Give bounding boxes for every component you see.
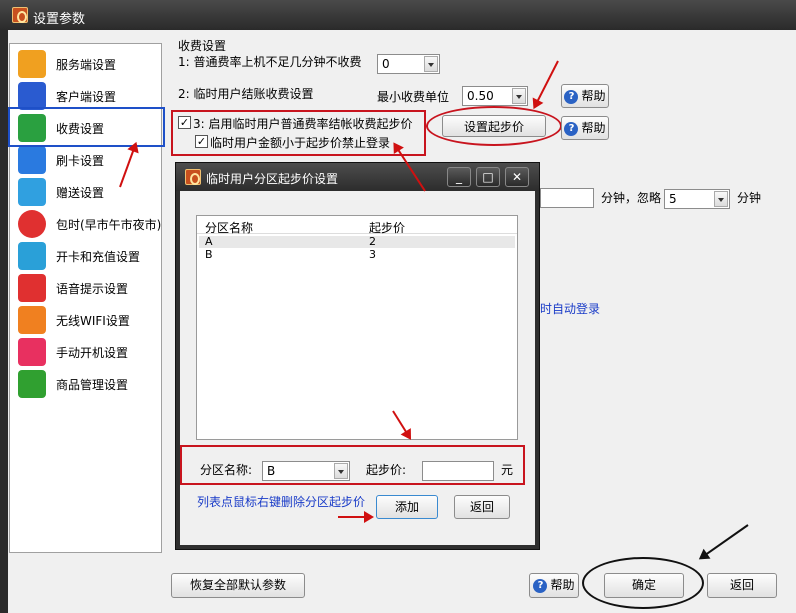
ignore-label: 分钟，忽略 — [601, 191, 662, 205]
start-price-dialog: 临时用户分区起步价设置 _ □ ✕ 分区名称 起步价 A 2 B 3 分区名称:… — [175, 162, 540, 550]
minimize-icon[interactable]: _ — [447, 167, 471, 187]
sidebar-item-wifi[interactable]: 无线WIFI设置 — [10, 304, 163, 336]
rule2-label: 2: 临时用户结账收费设置 — [178, 87, 314, 101]
footer-help-button[interactable]: ? 帮助 — [529, 573, 579, 598]
ignore-value: 5 — [669, 192, 677, 206]
delete-hint: 列表点鼠标右键删除分区起步价 — [197, 495, 366, 509]
row-price: 2 — [369, 235, 376, 248]
annotation-box-rule3 — [171, 110, 426, 156]
sidebar-item-label: 无线WIFI设置 — [56, 314, 130, 328]
app-logo-icon — [12, 7, 28, 23]
dialog-back-button[interactable]: 返回 — [454, 495, 510, 519]
chevron-down-icon — [512, 88, 526, 104]
app-logo-icon — [185, 169, 201, 185]
hand-pointer-icon — [18, 338, 46, 366]
sidebar-item-manual-boot[interactable]: 手动开机设置 — [10, 336, 163, 368]
rule1-value: 0 — [382, 57, 390, 71]
sidebar-item-goods[interactable]: 商品管理设置 — [10, 368, 163, 400]
annotation-box-zone-inputs — [180, 445, 525, 485]
restore-defaults-button[interactable]: 恢复全部默认参数 — [171, 573, 305, 598]
footer-back-button[interactable]: 返回 — [707, 573, 777, 598]
add-button[interactable]: 添加 — [376, 495, 438, 519]
help-icon: ? — [564, 89, 579, 104]
help-button-1[interactable]: ? 帮助 — [561, 84, 609, 108]
row-zone: A — [205, 235, 213, 248]
column-header-zone[interactable]: 分区名称 — [205, 219, 253, 236]
sidebar-item-label: 赠送设置 — [56, 186, 105, 200]
min-unit-combo[interactable]: 0.50 — [462, 86, 528, 106]
sidebar-item-label: 客户端设置 — [56, 90, 117, 104]
section-title: 收费设置 — [178, 39, 227, 53]
sidebar-item-label: 开卡和充值设置 — [56, 250, 141, 264]
annotation-arrow-add — [338, 511, 374, 523]
sidebar-item-voice[interactable]: 语音提示设置 — [10, 272, 163, 304]
sidebar-item-label: 刷卡设置 — [56, 154, 105, 168]
help-icon: ? — [533, 578, 548, 593]
sidebar-item-open-card[interactable]: 开卡和充值设置 — [10, 240, 163, 272]
back-label: 返回 — [469, 500, 494, 514]
close-icon[interactable]: ✕ — [505, 167, 529, 187]
list-header: 分区名称 起步价 — [197, 216, 517, 236]
id-card-icon — [18, 242, 46, 270]
help-icon: ? — [564, 121, 579, 136]
sidebar-item-label: 语音提示设置 — [56, 282, 129, 296]
back-label: 返回 — [729, 578, 754, 592]
rule1-minutes-combo[interactable]: 0 — [377, 54, 440, 74]
window-title: 设置参数 — [33, 12, 86, 27]
sidebar-item-label: 包时(早市午市夜市) — [56, 218, 162, 232]
table-row[interactable]: A 2 — [199, 235, 515, 248]
card-icon — [18, 146, 46, 174]
help-button-2[interactable]: ? 帮助 — [561, 116, 609, 140]
dialog-title-bar: 临时用户分区起步价设置 _ □ ✕ — [176, 163, 539, 191]
cart-icon — [18, 370, 46, 398]
microphone-icon — [18, 274, 46, 302]
sidebar-item-label: 手动开机设置 — [56, 346, 129, 360]
help-label: 帮助 — [581, 89, 606, 103]
help-label: 帮助 — [581, 121, 606, 135]
dialog-title: 临时用户分区起步价设置 — [206, 172, 339, 186]
title-bar: 设置参数 — [0, 0, 796, 30]
sidebar-item-server[interactable]: 服务端设置 — [10, 48, 163, 80]
column-header-price[interactable]: 起步价 — [369, 219, 405, 236]
timer-icon — [18, 210, 46, 238]
auto-login-link-fragment[interactable]: 时自动登录 — [540, 300, 600, 317]
rule1-label: 1: 普通费率上机不足几分钟不收费 — [178, 55, 362, 69]
sidebar-item-label: 商品管理设置 — [56, 378, 129, 392]
ignore-minutes-combo[interactable]: 5 — [664, 189, 730, 209]
server-icon — [18, 50, 46, 78]
sidebar-selection-highlight — [8, 107, 165, 147]
zone-price-list[interactable]: 分区名称 起步价 A 2 B 3 — [196, 215, 518, 440]
gift-icon — [18, 178, 46, 206]
minute-label: 分钟 — [737, 191, 762, 205]
min-unit-value: 0.50 — [467, 89, 494, 103]
row-zone: B — [205, 248, 213, 261]
monitor-icon — [18, 82, 46, 110]
dialog-client: 分区名称 起步价 A 2 B 3 分区名称: B 起步价: 元 列表点鼠标右键删… — [180, 191, 535, 545]
hidden-minutes-field[interactable] — [540, 188, 594, 208]
table-row[interactable]: B 3 — [199, 248, 515, 261]
sidebar-item-gift[interactable]: 赠送设置 — [10, 176, 163, 208]
sidebar-item-label: 服务端设置 — [56, 58, 117, 72]
sidebar-item-time-package[interactable]: 包时(早市午市夜市) — [10, 208, 163, 240]
maximize-icon[interactable]: □ — [476, 167, 500, 187]
row-price: 3 — [369, 248, 376, 261]
help-label: 帮助 — [550, 578, 575, 592]
restore-label: 恢复全部默认参数 — [189, 578, 286, 592]
add-label: 添加 — [394, 500, 419, 514]
chevron-down-icon — [714, 191, 728, 207]
wifi-icon — [18, 306, 46, 334]
annotation-ellipse-ok — [582, 557, 704, 609]
chevron-down-icon — [424, 56, 438, 72]
annotation-ellipse-start-price — [426, 106, 562, 146]
min-unit-label: 最小收费单位 — [377, 90, 450, 104]
